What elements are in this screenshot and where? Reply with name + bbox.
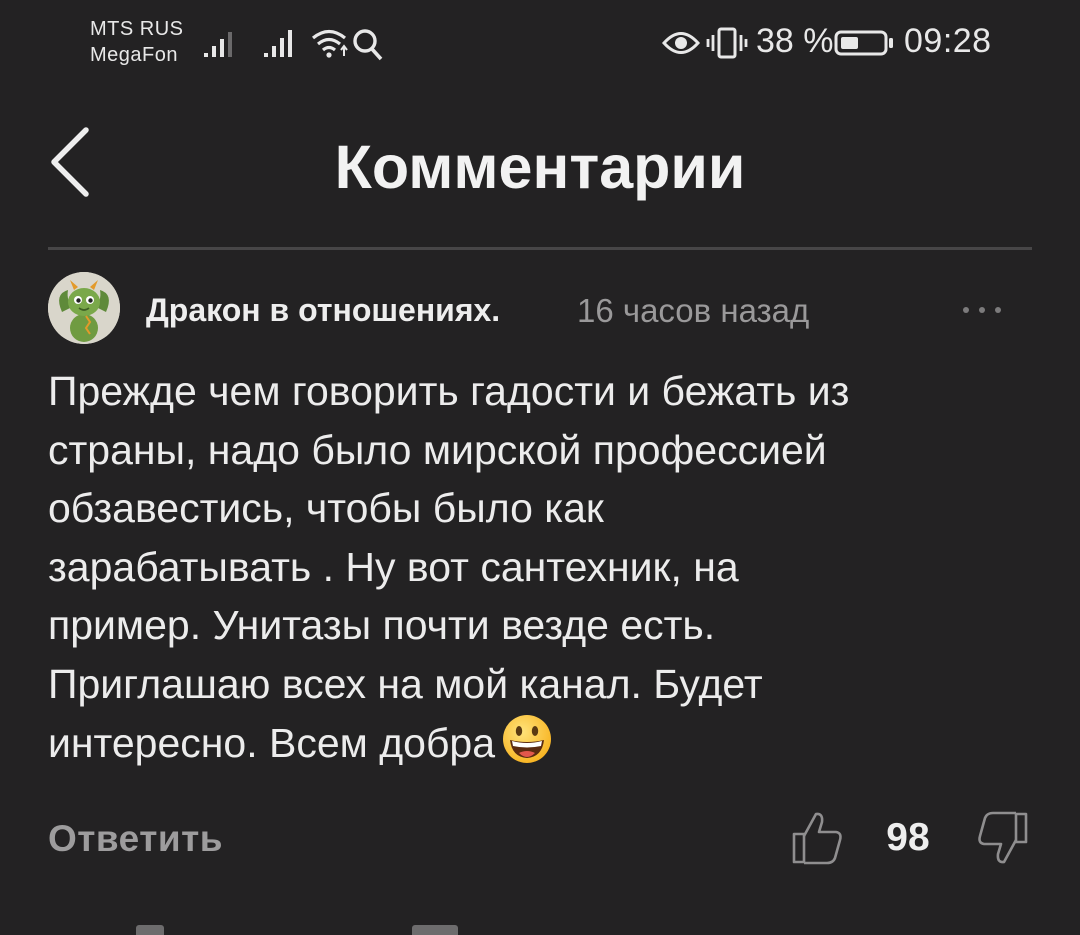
thumbs-down-icon [978, 811, 1028, 864]
grinning-face-emoji [503, 715, 552, 763]
comment-line: Прежде чем говорить гадости и бежать из [48, 368, 850, 414]
author-name[interactable]: Дракон в отношениях. [146, 292, 500, 329]
search-icon [353, 29, 383, 61]
more-options-button[interactable] [958, 298, 1012, 322]
next-comment-peek [0, 925, 1080, 935]
vibrate-icon [706, 27, 748, 59]
carrier-names: MTS RUS MegaFon [90, 16, 184, 68]
comment-line: зарабатывать . Ну вот сантехник, на [48, 543, 739, 590]
wifi-icon [311, 29, 348, 58]
comment-line: Приглашаю всех на мой канал. Будет [48, 660, 763, 707]
page-title: Комментарии [334, 133, 746, 201]
comment-line: интересно. Всем добра [48, 720, 496, 766]
battery-icon [834, 30, 893, 56]
carrier-2: MegaFon [90, 44, 178, 66]
comment-last-line: интересно. Всем добра [48, 713, 1038, 773]
header-divider [48, 247, 1032, 250]
comment-line: пример. Унитазы почти везде есть. [48, 602, 716, 648]
text-fragment [412, 925, 458, 935]
dislike-button[interactable] [974, 808, 1030, 868]
screen: MTS RUS MegaFon 38 % 09:28 Комментарии Д… [0, 0, 1080, 935]
comment-line: обзавестись, чтобы было как [48, 485, 604, 531]
battery-percent: 38 % [756, 22, 834, 60]
text-fragment [136, 925, 164, 935]
timestamp: 16 часов назад [577, 292, 810, 329]
comment-text: Прежде чем говорить гадости и бежать из … [48, 362, 1038, 773]
like-count: 98 [886, 816, 930, 859]
reply-button[interactable]: Ответить [48, 818, 223, 860]
avatar[interactable] [48, 272, 120, 344]
comment-line: страны, надо было мирской профессией [48, 426, 827, 473]
status-bar: MTS RUS MegaFon 38 % 09:28 [0, 0, 1080, 90]
clock: 09:28 [904, 22, 992, 60]
eye-icon [662, 32, 700, 54]
signal-icon [204, 32, 232, 57]
signal-icon [264, 30, 292, 57]
more-dots-icon [963, 307, 1001, 313]
like-button[interactable] [790, 808, 846, 868]
dragon-avatar-icon [48, 272, 120, 344]
thumbs-up-icon [792, 812, 842, 865]
carrier-1: MTS RUS [90, 18, 184, 40]
